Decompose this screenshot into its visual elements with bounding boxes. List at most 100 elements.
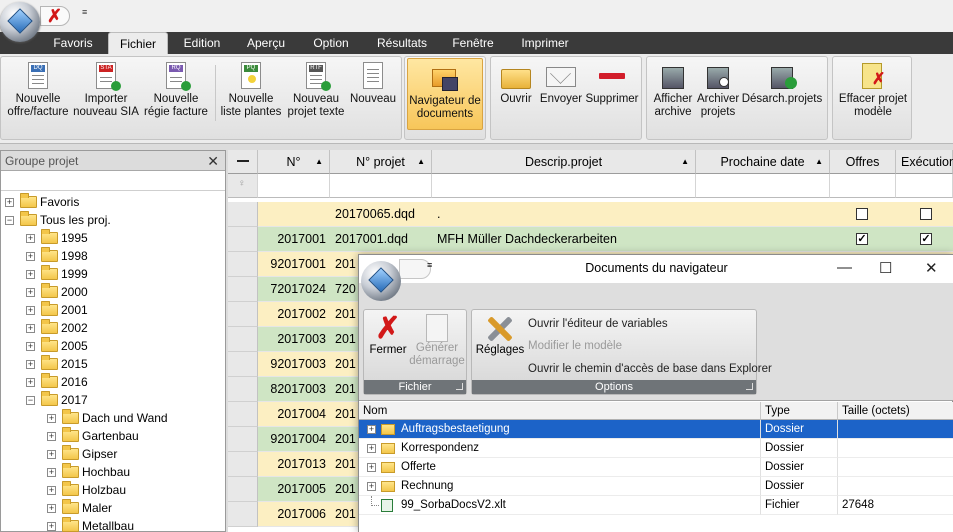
row-selector[interactable] — [228, 352, 258, 377]
delete-button[interactable]: Supprimer — [585, 57, 639, 129]
tree-item[interactable]: +2016 — [1, 373, 225, 391]
expand-icon[interactable]: + — [26, 360, 35, 369]
row-selector[interactable] — [228, 227, 258, 252]
fermer-button[interactable]: ✗ Fermer — [368, 314, 408, 357]
dialog-app-orb[interactable] — [361, 261, 401, 301]
new-offer-button[interactable]: DQ Nouvelle offre/facture — [3, 57, 73, 129]
minimize-button[interactable]: — — [837, 259, 852, 276]
col-header-name[interactable]: Nom — [359, 402, 761, 420]
expand-icon[interactable]: + — [47, 432, 56, 441]
row-selector-header[interactable] — [228, 150, 258, 174]
tree-item[interactable]: +2015 — [1, 355, 225, 373]
expand-icon[interactable]: + — [26, 378, 35, 387]
table-row[interactable]: 20170065.dqd. — [228, 202, 953, 227]
col-header-execution[interactable]: Exécution — [896, 150, 953, 174]
tree-item[interactable]: +2005 — [1, 337, 225, 355]
tree-item[interactable]: + Maler — [1, 499, 225, 517]
tree-item[interactable]: − Tous les proj. — [1, 211, 225, 229]
file-row[interactable]: + Korrespondenz Dossier — [359, 439, 953, 458]
expand-icon[interactable]: + — [367, 425, 376, 434]
expand-icon[interactable]: + — [47, 486, 56, 495]
expand-icon[interactable]: + — [47, 504, 56, 513]
row-selector[interactable] — [228, 277, 258, 302]
plant-list-button[interactable]: PQ Nouvelle liste plantes — [217, 57, 285, 129]
tree-item[interactable]: + Dach und Wand — [1, 409, 225, 427]
tree-item[interactable]: +2002 — [1, 319, 225, 337]
expand-icon[interactable]: + — [26, 270, 35, 279]
row-selector[interactable] — [228, 502, 258, 527]
row-selector[interactable] — [228, 327, 258, 352]
row-selector[interactable] — [228, 202, 258, 227]
tree-item[interactable]: + Gipser — [1, 445, 225, 463]
tab-apercu[interactable]: Aperçu — [238, 32, 294, 54]
collapse-icon[interactable]: − — [26, 396, 35, 405]
execution-checkbox[interactable]: ✓ — [920, 233, 932, 245]
col-header-offres[interactable]: Offres — [830, 150, 896, 174]
quick-access-dropdown[interactable]: ≡ — [82, 7, 87, 17]
expand-icon[interactable]: + — [26, 306, 35, 315]
tab-imprimer[interactable]: Imprimer — [514, 32, 576, 54]
table-row[interactable]: 2017001 2017001.dqd MFH Müller Dachdeckera… — [228, 227, 953, 252]
row-selector[interactable] — [228, 477, 258, 502]
tab-fenetre[interactable]: Fenêtre — [444, 32, 502, 54]
row-selector[interactable] — [228, 452, 258, 477]
import-sia-button[interactable]: STA Importer nouveau SIA — [73, 57, 139, 129]
expand-icon[interactable]: + — [367, 463, 376, 472]
expand-icon[interactable]: + — [26, 324, 35, 333]
open-button[interactable]: Ouvrir — [495, 57, 537, 129]
tab-resultats[interactable]: Résultats — [372, 32, 432, 54]
col-header-type[interactable]: Type — [761, 402, 838, 420]
col-header-project-no[interactable]: N° projet ▲ — [330, 150, 432, 174]
edit-template-link[interactable]: Modifier le modèle — [528, 340, 622, 352]
col-header-no[interactable]: N° ▲ — [258, 150, 330, 174]
expand-icon[interactable]: + — [26, 234, 35, 243]
offres-checkbox[interactable]: ✓ — [856, 233, 868, 245]
app-menu-orb[interactable] — [0, 2, 40, 42]
row-selector[interactable] — [228, 402, 258, 427]
col-header-next-date[interactable]: Prochaine date ▲ — [696, 150, 830, 174]
tree-item[interactable]: + Favoris — [1, 193, 225, 211]
file-row[interactable]: + Offerte Dossier — [359, 458, 953, 477]
tree-item[interactable]: +1995 — [1, 229, 225, 247]
tab-edition[interactable]: Edition — [174, 32, 230, 54]
generate-startup-button[interactable]: Générer démarrage — [408, 314, 466, 368]
maximize-button[interactable]: ☐ — [879, 259, 892, 277]
tree-item[interactable]: − 2017 — [1, 391, 225, 409]
tree-item[interactable]: + Gartenbau — [1, 427, 225, 445]
expand-icon[interactable]: + — [5, 198, 14, 207]
filter-cell[interactable] — [830, 174, 896, 198]
filter-cell[interactable] — [696, 174, 830, 198]
collapse-icon[interactable]: − — [5, 216, 14, 225]
tree-item[interactable]: +2000 — [1, 283, 225, 301]
new-document-button[interactable]: Nouveau — [347, 57, 399, 129]
expand-icon[interactable]: + — [367, 444, 376, 453]
document-navigator-button[interactable]: Navigateur de documents — [407, 58, 483, 130]
expand-icon[interactable]: + — [26, 342, 35, 351]
unarchive-button[interactable]: Désarch.projets — [739, 57, 825, 129]
col-header-description[interactable]: Descrip.projet ▲ — [432, 150, 696, 174]
text-project-button[interactable]: RTF Nouveau projet texte — [285, 57, 347, 129]
expand-icon[interactable]: + — [47, 414, 56, 423]
show-archive-button[interactable]: Afficher archive — [649, 57, 697, 129]
expand-icon[interactable]: + — [26, 252, 35, 261]
archive-projects-button[interactable]: Archiver projets — [697, 57, 739, 129]
tree-item[interactable]: +1999 — [1, 265, 225, 283]
filter-cell[interactable] — [330, 174, 432, 198]
tree-item[interactable]: + Hochbau — [1, 463, 225, 481]
panel-close-icon[interactable]: ✕ — [207, 151, 219, 171]
open-base-path-link[interactable]: Ouvrir le chemin d'accès de base dans Ex… — [528, 363, 772, 375]
dialog-launcher-icon[interactable] — [456, 383, 463, 390]
tree-item[interactable]: +2001 — [1, 301, 225, 319]
file-row[interactable]: 99_SorbaDocsV2.xlt Fichier 27648 — [359, 496, 953, 515]
row-selector[interactable] — [228, 377, 258, 402]
tree-item[interactable]: +1998 — [1, 247, 225, 265]
reglages-button[interactable]: Réglages — [474, 314, 526, 357]
expand-icon[interactable]: + — [47, 450, 56, 459]
open-variable-editor-link[interactable]: Ouvrir l'éditeur de variables — [528, 318, 668, 330]
tree-item[interactable]: + Holzbau — [1, 481, 225, 499]
dialog-launcher-icon[interactable] — [746, 383, 753, 390]
offres-checkbox[interactable] — [856, 208, 868, 220]
quick-close-button[interactable]: ✗ — [40, 6, 70, 26]
tab-favoris[interactable]: Favoris — [46, 32, 100, 54]
panel-filter-bar[interactable] — [1, 171, 225, 191]
